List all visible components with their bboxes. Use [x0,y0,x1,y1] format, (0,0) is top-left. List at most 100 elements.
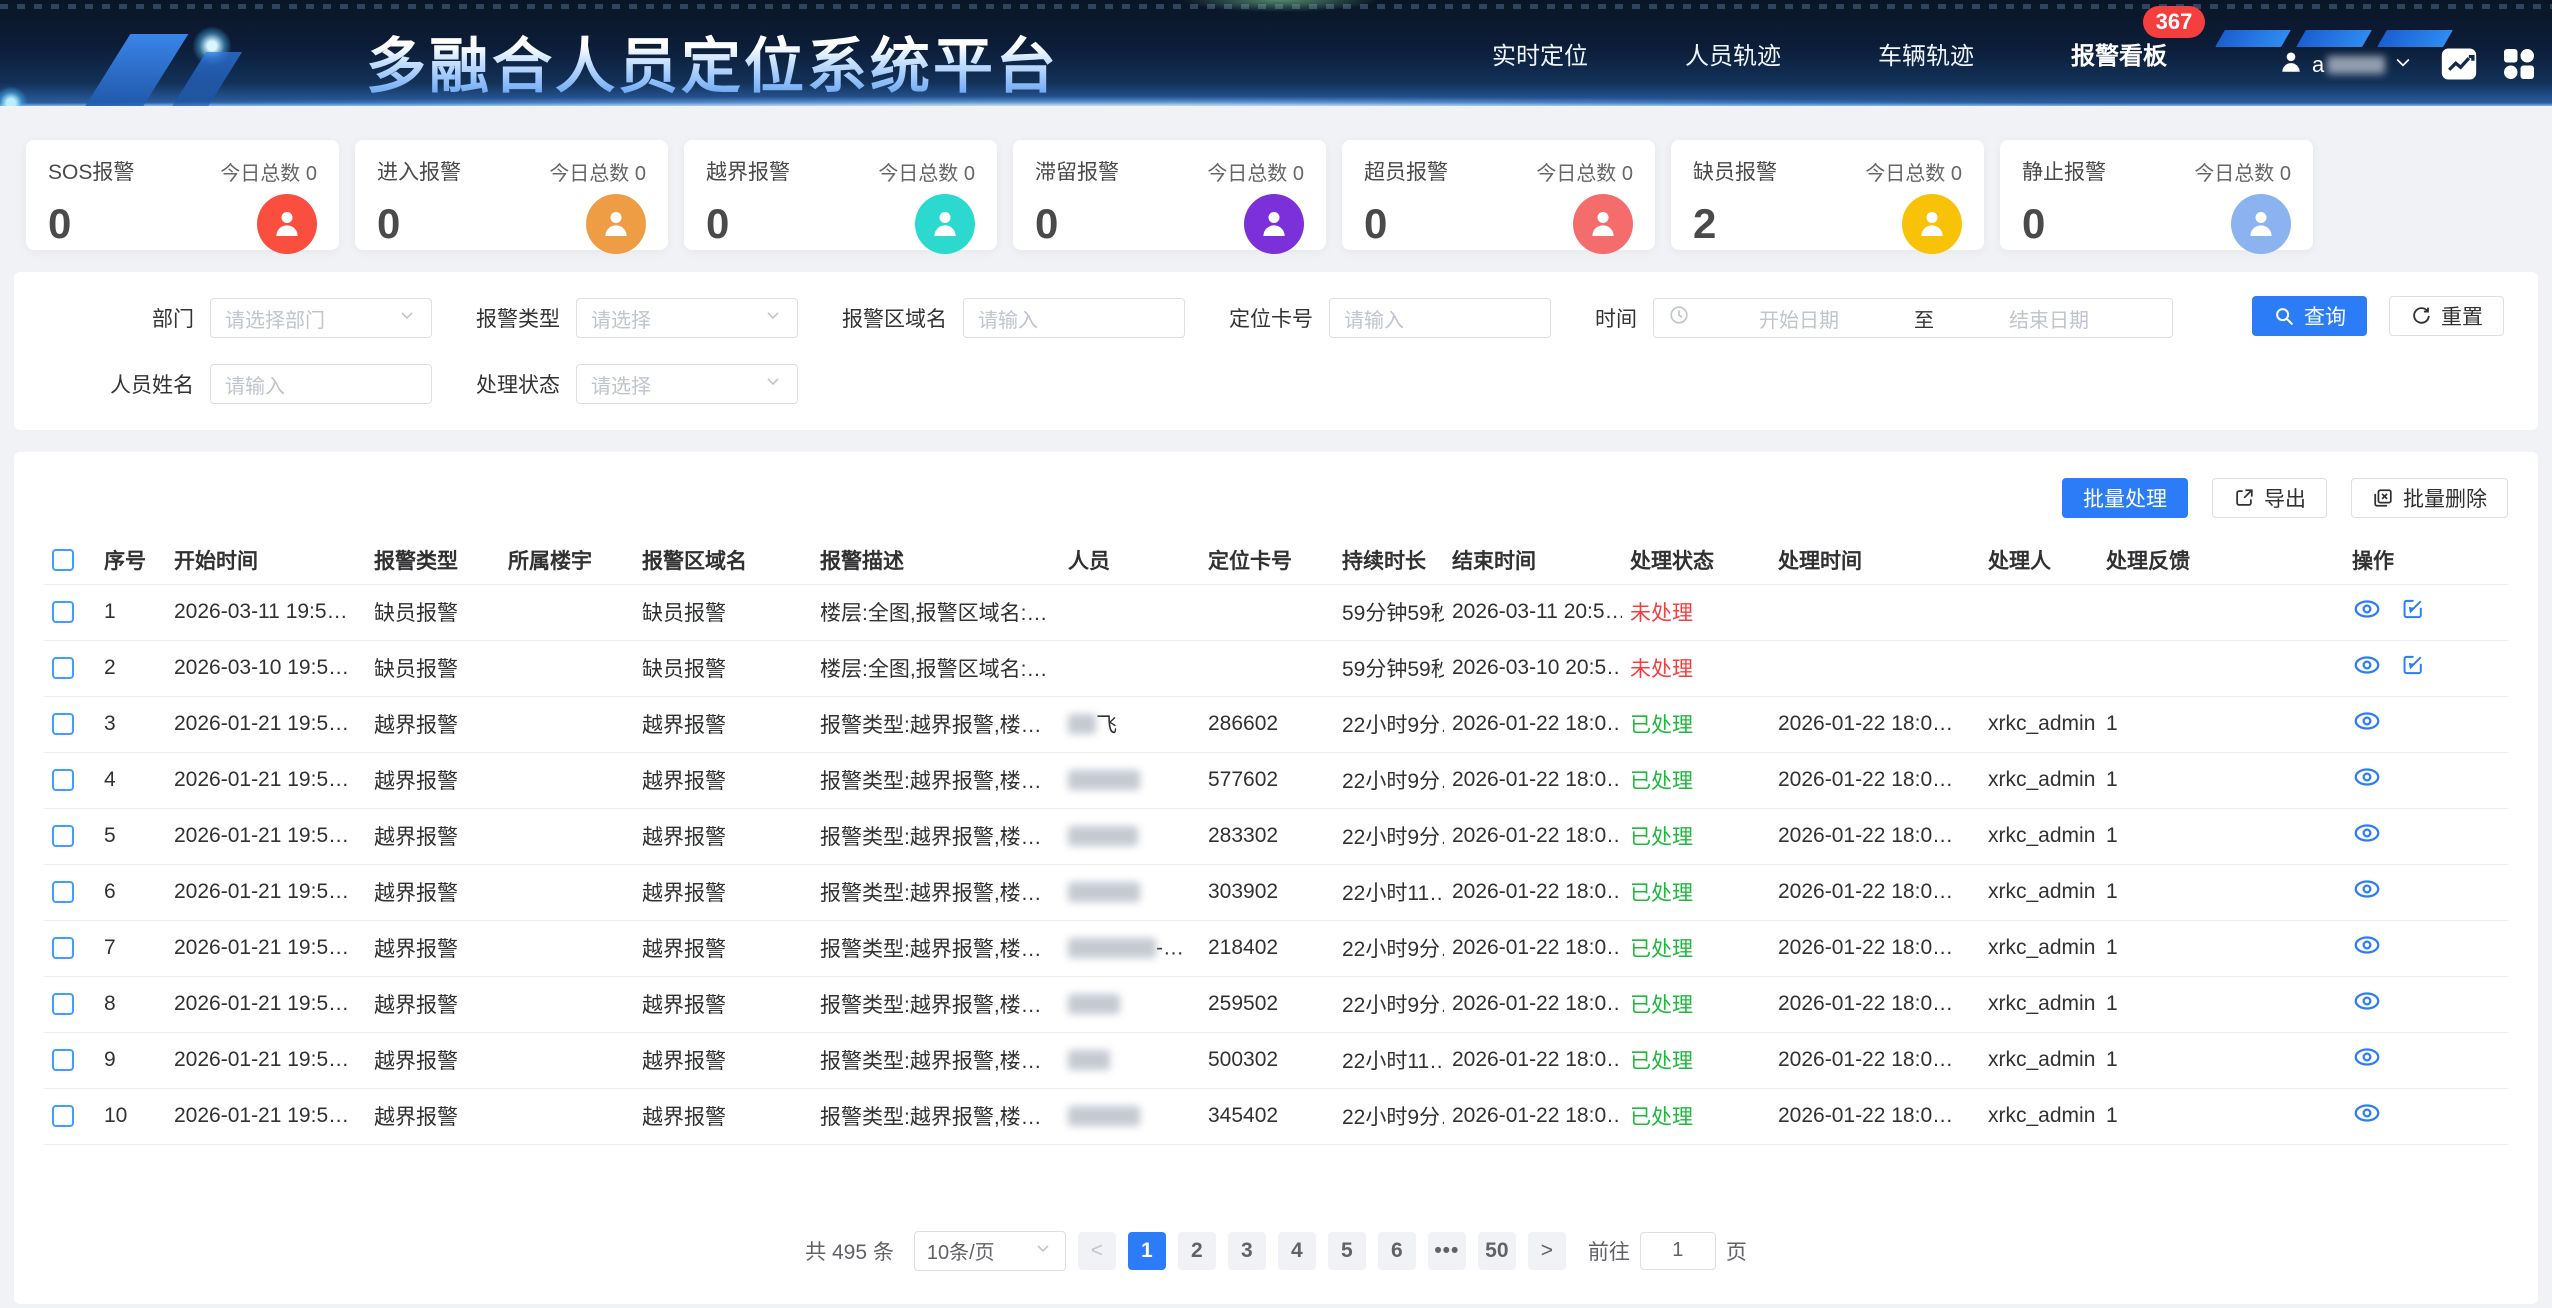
page-button-1[interactable]: 1 [1128,1232,1166,1270]
stat-card-2: 进入报警今日总数 00 [355,140,668,250]
cell-person [1060,976,1200,1032]
edit-icon[interactable] [2400,652,2426,684]
handle-status-select[interactable]: 请选择 [576,364,798,404]
placeholder-text: 请输入 [978,304,1170,333]
stat-today-total: 今日总数 0 [2194,157,2291,186]
view-icon[interactable] [2352,876,2382,908]
view-icon[interactable] [2352,1100,2382,1132]
cell-area-name: 缺员报警 [634,584,812,640]
alarm-area-input[interactable]: 请输入 [963,298,1185,338]
row-checkbox[interactable] [52,601,74,623]
view-icon[interactable] [2352,988,2382,1020]
cell-feedback: 1 [2098,864,2344,920]
page-button-5[interactable]: 5 [1328,1232,1366,1270]
cell-handle-time: 2026-01-22 18:0… [1770,808,1980,864]
person-name-redacted [1068,1050,1110,1070]
view-icon[interactable] [2352,764,2382,796]
goto-page-input[interactable] [1640,1232,1716,1270]
person-missing-icon [1902,194,1962,254]
view-icon[interactable] [2352,596,2382,628]
stat-label: 静止报警 [2022,156,2106,186]
cell-alarm-type: 越界报警 [366,752,500,808]
page-size-select[interactable]: 10条/页 [914,1231,1066,1271]
apps-grid-icon[interactable] [2498,45,2540,83]
table-row: 82026-01-21 19:5…越界报警越界报警报警类型:越界报警,楼…259… [44,976,2508,1032]
department-select[interactable]: 请选择部门 [210,298,432,338]
column-header-4: 报警区域名 [634,536,812,584]
person-name-input[interactable]: 请输入 [210,364,432,404]
filter-label: 处理状态 [476,369,560,399]
row-checkbox[interactable] [52,657,74,679]
stat-value: 2 [1693,203,1716,245]
placeholder-text: 请输入 [1344,304,1536,333]
person-name-redacted [1068,938,1156,958]
more-pages-button[interactable]: ••• [1428,1232,1466,1270]
row-checkbox[interactable] [52,937,74,959]
view-icon[interactable] [2352,820,2382,852]
row-checkbox[interactable] [52,825,74,847]
row-checkbox[interactable] [52,713,74,735]
card-number-input[interactable]: 请输入 [1329,298,1551,338]
cell-card-number: 286602 [1200,696,1334,752]
stat-today-total: 今日总数 0 [1207,157,1304,186]
goto-label: 前往 [1588,1236,1630,1266]
person-name-redacted [1068,826,1138,846]
monitor-trend-icon[interactable] [2438,45,2480,83]
row-checkbox[interactable] [52,993,74,1015]
cell-index: 2 [96,640,166,696]
cell-handle-time [1770,640,1980,696]
cell-handler: xrkc_admin [1980,696,2098,752]
cell-person: 飞 [1060,696,1200,752]
view-icon[interactable] [2352,708,2382,740]
next-page-button[interactable]: > [1528,1232,1566,1270]
page-button-50[interactable]: 50 [1478,1232,1516,1270]
cell-building [500,920,634,976]
time-range-picker[interactable]: 开始日期至结束日期 [1653,298,2173,338]
page-button-2[interactable]: 2 [1178,1232,1216,1270]
reset-button[interactable]: 重置 [2389,296,2504,336]
stat-card-4: 滞留报警今日总数 00 [1013,140,1326,250]
page-button-6[interactable]: 6 [1378,1232,1416,1270]
cell-feedback [2098,640,2344,696]
cell-person [1060,864,1200,920]
nav-realtime-location[interactable]: 实时定位 [1492,36,1588,71]
user-menu[interactable]: a [2278,0,2413,106]
cell-area-name: 越界报警 [634,1032,812,1088]
status-badge: 已处理 [1630,826,1693,849]
export-button[interactable]: 导出 [2212,478,2327,518]
cell-building [500,584,634,640]
nav-person-track[interactable]: 人员轨迹 [1685,36,1781,71]
view-icon[interactable] [2352,652,2382,684]
row-checkbox[interactable] [52,1049,74,1071]
page-button-4[interactable]: 4 [1278,1232,1316,1270]
page-button-3[interactable]: 3 [1228,1232,1266,1270]
batch-process-button[interactable]: 批量处理 [2062,478,2188,518]
search-button[interactable]: 查询 [2252,296,2367,336]
batch-delete-button[interactable]: 批量删除 [2351,478,2508,518]
view-icon[interactable] [2352,932,2382,964]
alarm-type-select[interactable]: 请选择 [576,298,798,338]
row-checkbox[interactable] [52,769,74,791]
cell-handle-time: 2026-01-22 18:0… [1770,752,1980,808]
row-checkbox[interactable] [52,881,74,903]
nav-vehicle-track[interactable]: 车辆轨迹 [1878,36,1974,71]
stat-today-total: 今日总数 0 [549,157,646,186]
cell-description: 报警类型:越界报警,楼… [812,976,1060,1032]
cell-handler [1980,640,2098,696]
person-stay-icon [1244,194,1304,254]
person-sos-icon [257,194,317,254]
cell-start-time: 2026-01-21 19:5… [166,920,366,976]
prev-page-button[interactable]: < [1078,1232,1116,1270]
row-checkbox[interactable] [52,1105,74,1127]
chevron-down-icon [763,371,783,397]
cell-end-time: 2026-03-10 20:5… [1444,640,1622,696]
person-enter-icon [586,194,646,254]
select-all-checkbox[interactable] [52,549,74,571]
column-header-0: 序号 [96,536,166,584]
nav-alarm-board[interactable]: 报警看板367 [2071,36,2167,71]
date-separator: 至 [1908,304,1940,333]
cell-alarm-type: 越界报警 [366,808,500,864]
edit-icon[interactable] [2400,596,2426,628]
chevron-down-icon [397,305,417,331]
view-icon[interactable] [2352,1044,2382,1076]
